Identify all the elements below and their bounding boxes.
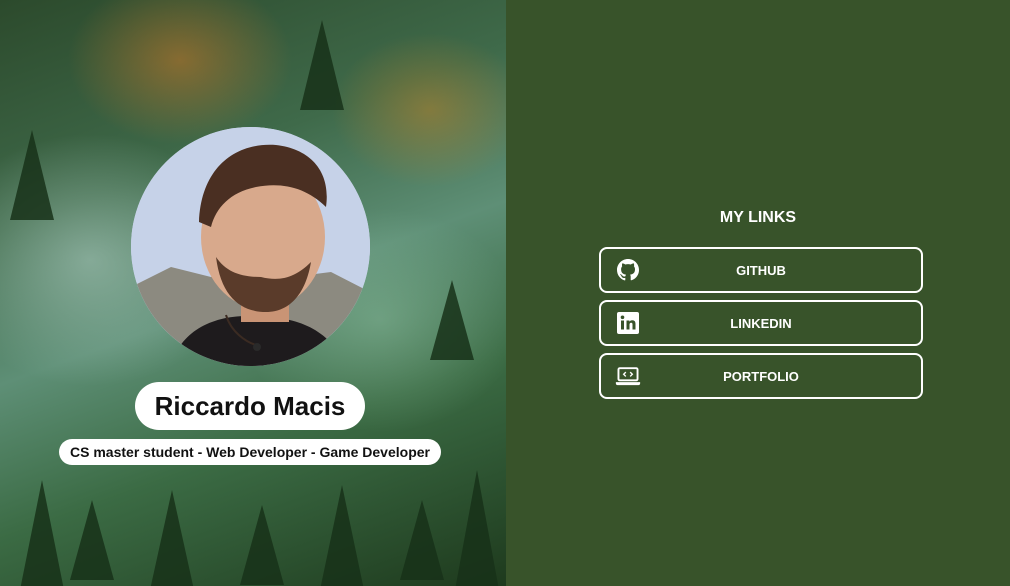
tree-decoration bbox=[300, 20, 344, 110]
profile-name: Riccardo Macis bbox=[135, 382, 365, 430]
github-icon bbox=[615, 258, 641, 282]
tree-decoration bbox=[430, 280, 474, 360]
github-link-button[interactable]: GITHUB bbox=[599, 247, 923, 293]
tree-decoration bbox=[10, 130, 54, 220]
linkedin-link-button[interactable]: LINKEDIN bbox=[599, 300, 923, 346]
portfolio-link-label: PORTFOLIO bbox=[723, 368, 799, 384]
tree-decoration bbox=[455, 470, 499, 586]
tree-decoration bbox=[70, 500, 114, 580]
forest-background: Riccardo Macis CS master student - Web D… bbox=[0, 0, 506, 586]
linkedin-icon bbox=[615, 311, 641, 335]
linkedin-link-label: LINKEDIN bbox=[730, 315, 792, 331]
tree-decoration bbox=[320, 485, 364, 586]
links-heading: MY LINKS bbox=[719, 209, 797, 226]
portfolio-link-button[interactable]: PORTFOLIO bbox=[599, 353, 923, 399]
tree-decoration bbox=[150, 490, 194, 586]
tree-decoration bbox=[240, 505, 284, 585]
laptop-code-icon bbox=[615, 364, 641, 388]
profile-picture bbox=[131, 127, 370, 366]
tree-decoration bbox=[400, 500, 444, 580]
github-link-label: GITHUB bbox=[736, 262, 786, 278]
links-panel: MY LINKS GITHUB LINKEDIN PORTFOLIO bbox=[506, 0, 1010, 586]
profile-subtitle: CS master student - Web Developer - Game… bbox=[59, 439, 441, 465]
tree-decoration bbox=[20, 480, 64, 586]
